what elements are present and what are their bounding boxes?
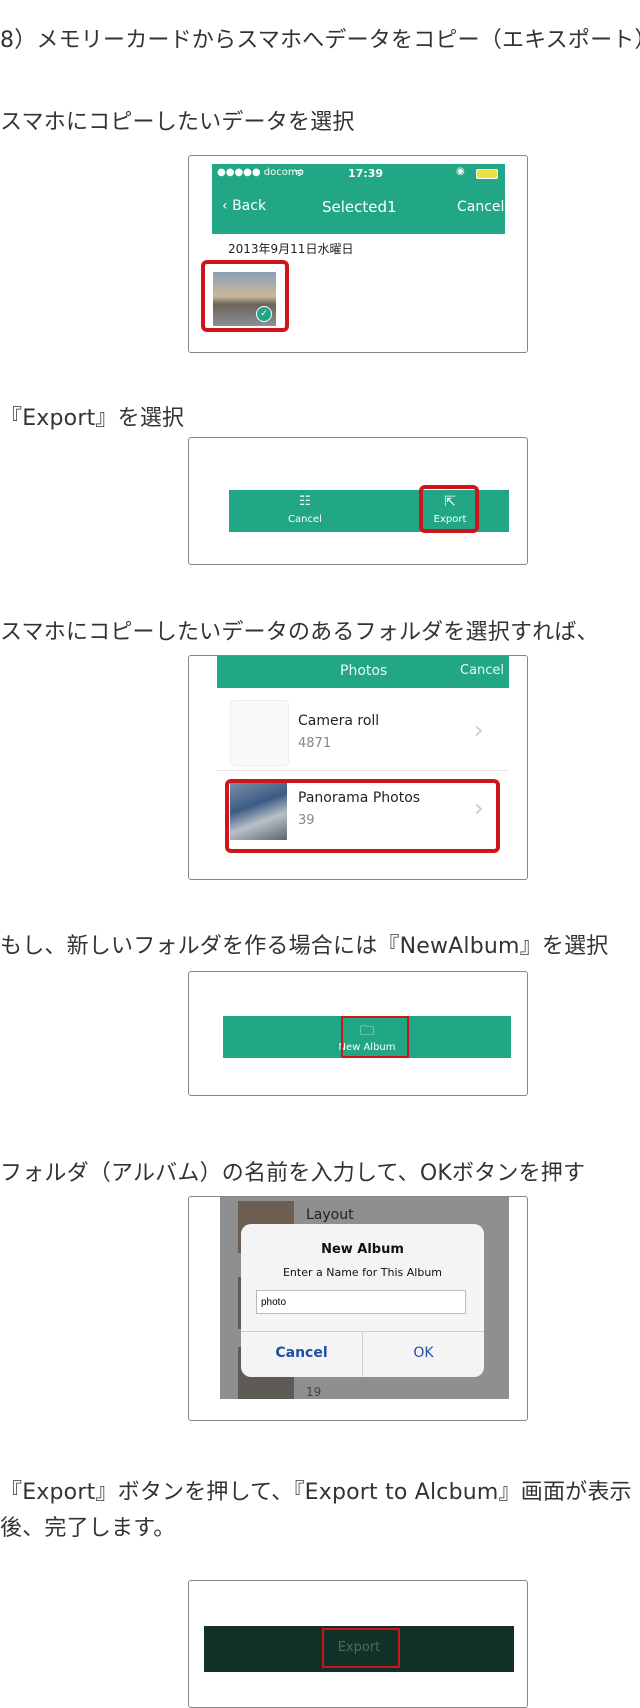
screenshot-name-dialog: Layout FieBot Photos 19 New Album Enter …	[188, 1196, 528, 1421]
step-heading-enter-name: フォルダ（アルバム）の名前を入力して、OKボタンを押す	[0, 1161, 586, 1186]
status-carrier: ●●●●● docomo	[217, 167, 304, 178]
bg-album-name: Layout	[306, 1207, 354, 1223]
screenshot-export-button: Export	[188, 1580, 528, 1708]
screenshot-toolbar: ☷ Cancel ⇱ Export	[188, 437, 528, 565]
photos-title: Photos	[340, 663, 388, 679]
album-count: 4871	[298, 736, 332, 751]
nav-title: Selected1	[322, 198, 397, 216]
section-heading-export: 8）メモリーカードからスマホへデータをコピー（エキスポート）	[0, 28, 640, 53]
dialog-ok-button[interactable]: OK	[363, 1345, 484, 1361]
step-heading-finish-line1: 『Export』ボタンを押して、『Export to Alcbum』画面が表示	[0, 1480, 632, 1505]
status-time: 17:39	[348, 167, 384, 180]
album-row-camera-roll[interactable]: Camera roll 4871 ›	[217, 696, 509, 771]
dialog-title: New Album	[321, 1242, 404, 1257]
step-heading-finish-line2: 後、完了します。	[0, 1516, 176, 1541]
date-label: 2013年9月11日水曜日	[228, 242, 354, 256]
step-heading-select-data: スマホにコピーしたいデータを選択	[0, 110, 355, 135]
step-heading-select-folder: スマホにコピーしたいデータのあるフォルダを選択すれば、	[0, 620, 599, 645]
dialog-message: Enter a Name for This Album	[282, 1266, 443, 1279]
dialog-cancel-button[interactable]: Cancel	[241, 1345, 362, 1361]
album-thumbnail	[230, 700, 289, 766]
checkmark-icon: ✓	[256, 306, 272, 322]
highlight-export	[419, 485, 479, 533]
chevron-left-icon: ‹	[222, 198, 228, 214]
lock-rotation-icon: ◉	[456, 166, 465, 177]
alert-dialog: New Album Enter a Name for This Album Ca…	[241, 1224, 484, 1377]
wifi-icon: ᯤ	[294, 166, 305, 179]
back-button[interactable]: ‹ Back	[222, 198, 266, 214]
photos-cancel-button[interactable]: Cancel	[460, 663, 504, 678]
chevron-right-icon: ›	[474, 716, 484, 744]
photo-thumbnail[interactable]: ✓	[213, 272, 276, 326]
screenshot-new-album: 🗀 New Album	[188, 971, 528, 1096]
photos-header: Photos Cancel	[217, 656, 509, 688]
highlight-new-album	[341, 1016, 409, 1058]
step-heading-new-album: もし、新しいフォルダを作る場合には『NewAlbum』を選択	[0, 934, 609, 959]
album-name: Camera roll	[298, 713, 380, 729]
toolbar-cancel-button[interactable]: Cancel	[277, 514, 333, 525]
screenshot-selected-photos: ●●●●● docomo ᯤ 17:39 ◉ ‹ Back Selected1 …	[188, 155, 528, 353]
step-heading-select-export: 『Export』を選択	[0, 406, 185, 431]
battery-icon	[476, 169, 498, 179]
bg-album-count: 19	[306, 1385, 322, 1399]
highlight-panorama	[225, 779, 500, 853]
highlight-final-export	[322, 1628, 400, 1668]
list-icon: ☷	[299, 494, 311, 509]
header-bar: ●●●●● docomo ᯤ 17:39 ◉ ‹ Back Selected1 …	[212, 164, 505, 234]
album-name-input[interactable]	[256, 1290, 466, 1314]
screenshot-album-list: Photos Cancel Camera roll 4871 › Panoram…	[188, 655, 528, 880]
cancel-button[interactable]: Cancel	[457, 199, 504, 215]
